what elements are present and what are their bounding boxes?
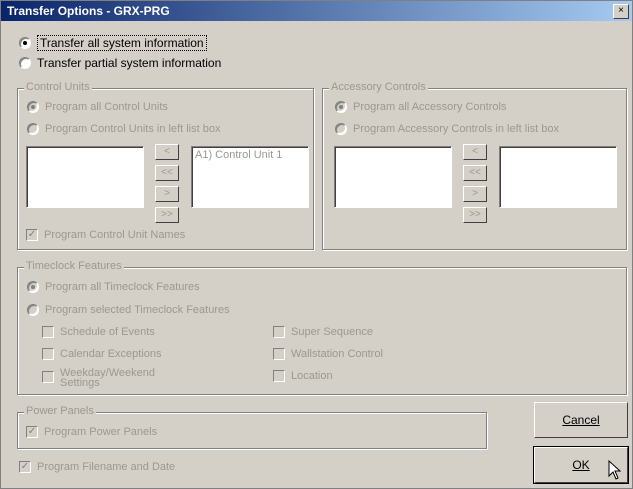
location-checkbox[interactable]: Location [273, 370, 333, 382]
close-button[interactable]: × [613, 4, 629, 19]
control-units-right-list[interactable]: A1) Control Unit 1 [191, 146, 309, 208]
checkbox-box [42, 326, 54, 338]
transfer-all-radio[interactable]: Transfer all system information [19, 35, 207, 51]
program-all-timeclock-radio[interactable]: Program all Timeclock Features [27, 281, 200, 293]
control-units-group-label: Control Units [24, 81, 92, 93]
weekday-weekend-checkbox[interactable]: Weekday/Weekend Settings [42, 367, 155, 389]
cancel-button[interactable]: Cancel [534, 402, 628, 438]
program-accessory-in-list-radio[interactable]: Program Accessory Controls in left list … [335, 123, 559, 135]
radio-dot-icon [27, 123, 39, 135]
accessory-right-list[interactable] [499, 146, 617, 208]
checkbox-box [273, 348, 285, 360]
schedule-of-events-checkbox[interactable]: Schedule of Events [42, 326, 155, 338]
move-all-left-button[interactable]: << [155, 165, 179, 181]
check-icon: ✓ [19, 461, 31, 473]
weekday-weekend-label: Weekday/Weekend Settings [60, 367, 155, 389]
accessory-move-right-button[interactable]: > [463, 186, 487, 202]
program-filename-date-checkbox[interactable]: ✓ Program Filename and Date [19, 461, 175, 473]
program-all-accessory-label: Program all Accessory Controls [353, 101, 507, 113]
radio-dot-icon [27, 304, 39, 316]
accessory-move-all-left-button[interactable]: << [463, 165, 487, 181]
title-bar: Transfer Options - GRX-PRG × [1, 1, 632, 21]
ok-button[interactable]: OK [533, 446, 629, 484]
transfer-all-label: Transfer all system information [37, 35, 207, 51]
timeclock-group-label: Timeclock Features [24, 260, 124, 272]
program-control-units-in-list-label: Program Control Units in left list box [45, 123, 221, 135]
accessory-move-all-right-button[interactable]: >> [463, 207, 487, 223]
calendar-exceptions-label: Calendar Exceptions [60, 348, 162, 360]
transfer-options-dialog: Transfer Options - GRX-PRG × Transfer al… [0, 0, 633, 489]
radio-dot-icon [27, 101, 39, 113]
accessory-left-list[interactable] [334, 146, 452, 208]
ok-button-label: OK [572, 458, 590, 472]
radio-dot-icon [335, 123, 347, 135]
mouse-cursor-icon [608, 460, 622, 480]
program-power-panels-checkbox[interactable]: ✓ Program Power Panels [26, 426, 157, 438]
radio-dot-icon [19, 37, 31, 49]
program-selected-timeclock-radio[interactable]: Program selected Timeclock Features [27, 304, 230, 316]
program-all-control-units-label: Program all Control Units [45, 101, 168, 113]
checkbox-box [42, 371, 54, 383]
location-label: Location [291, 370, 333, 382]
calendar-exceptions-checkbox[interactable]: Calendar Exceptions [42, 348, 162, 360]
radio-dot-icon [19, 57, 31, 69]
program-control-unit-names-label: Program Control Unit Names [44, 229, 186, 241]
accessory-controls-group-label: Accessory Controls [329, 81, 428, 93]
cancel-button-label: Cancel [562, 413, 600, 427]
control-units-left-list[interactable] [26, 146, 144, 208]
power-panels-group-label: Power Panels [24, 405, 96, 417]
transfer-partial-radio[interactable]: Transfer partial system information [19, 56, 221, 70]
super-sequence-label: Super Sequence [291, 326, 373, 338]
program-all-control-units-radio[interactable]: Program all Control Units [27, 101, 168, 113]
program-selected-timeclock-label: Program selected Timeclock Features [45, 304, 230, 316]
program-control-units-in-list-radio[interactable]: Program Control Units in left list box [27, 123, 220, 135]
super-sequence-checkbox[interactable]: Super Sequence [273, 326, 373, 338]
radio-dot-icon [27, 281, 39, 293]
accessory-move-left-button[interactable]: < [463, 144, 487, 160]
move-left-button[interactable]: < [155, 144, 179, 160]
wallstation-control-checkbox[interactable]: Wallstation Control [273, 348, 383, 360]
program-accessory-in-list-label: Program Accessory Controls in left list … [353, 123, 560, 135]
check-icon: ✓ [26, 229, 38, 241]
program-filename-date-label: Program Filename and Date [37, 461, 176, 473]
program-all-timeclock-label: Program all Timeclock Features [45, 281, 200, 293]
schedule-of-events-label: Schedule of Events [60, 326, 155, 338]
checkbox-box [273, 370, 285, 382]
wallstation-control-label: Wallstation Control [291, 348, 383, 360]
program-control-unit-names-checkbox[interactable]: ✓ Program Control Unit Names [26, 229, 185, 241]
transfer-partial-label: Transfer partial system information [37, 56, 222, 70]
checkbox-box [273, 326, 285, 338]
window-title: Transfer Options - GRX-PRG [7, 4, 170, 18]
move-right-button[interactable]: > [155, 186, 179, 202]
program-power-panels-label: Program Power Panels [44, 426, 158, 438]
move-all-right-button[interactable]: >> [155, 207, 179, 223]
program-all-accessory-radio[interactable]: Program all Accessory Controls [335, 101, 506, 113]
check-icon: ✓ [26, 426, 38, 438]
radio-dot-icon [335, 101, 347, 113]
checkbox-box [42, 348, 54, 360]
list-item[interactable]: A1) Control Unit 1 [192, 147, 308, 163]
